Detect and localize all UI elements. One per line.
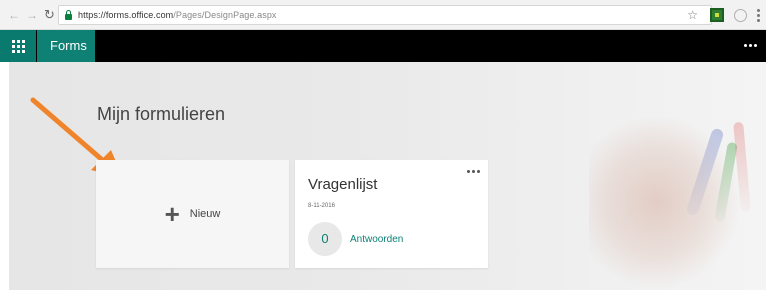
main-content: Mijn formulieren + Nieuw Vragenlijst 8-1… — [9, 62, 766, 290]
browser-actions: ☆ — [687, 7, 760, 23]
app-header: Forms — [0, 30, 766, 62]
plus-icon: + — [164, 199, 180, 229]
form-title: Vragenlijst — [308, 176, 378, 193]
more-options-icon[interactable] — [744, 44, 757, 47]
form-date: 8-11-2016 — [308, 203, 335, 209]
reload-icon[interactable]: ↻ — [44, 0, 55, 30]
browser-menu-icon[interactable] — [757, 8, 760, 22]
app-launcher-icon[interactable] — [0, 30, 36, 62]
extension-circle-icon[interactable] — [734, 8, 747, 22]
back-arrow-icon[interactable]: ← — [8, 0, 20, 30]
responses-link[interactable]: Antwoorden — [350, 234, 403, 245]
lock-icon — [65, 9, 72, 20]
card-more-icon[interactable] — [467, 170, 480, 173]
form-card[interactable]: Vragenlijst 8-11-2016 0 Antwoorden — [295, 160, 488, 268]
new-form-label: Nieuw — [189, 208, 221, 220]
url-text: https://forms.office.com/Pages/DesignPag… — [78, 10, 277, 20]
extension-icon[interactable] — [710, 8, 724, 22]
url-path: /Pages/DesignPage.aspx — [173, 10, 277, 20]
url-host: https://forms.office.com — [78, 10, 174, 20]
app-name[interactable]: Forms — [37, 30, 95, 62]
response-count: 0 — [308, 222, 342, 256]
forward-arrow-icon[interactable]: → — [26, 0, 38, 30]
bookmark-star-icon[interactable]: ☆ — [687, 7, 698, 23]
new-form-card[interactable]: + Nieuw — [96, 160, 289, 268]
browser-toolbar: ← → ↻ https://forms.office.com/Pages/Des… — [0, 0, 766, 30]
address-bar[interactable]: https://forms.office.com/Pages/DesignPag… — [58, 5, 712, 25]
background-photo — [589, 117, 739, 287]
